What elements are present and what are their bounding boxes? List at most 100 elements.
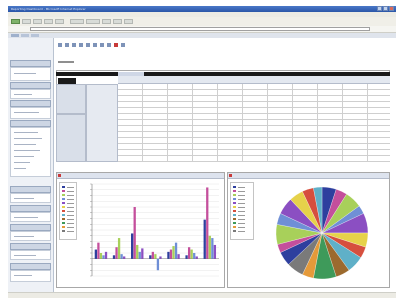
bar xyxy=(187,247,191,259)
legend-label xyxy=(67,214,74,216)
legend-swatch xyxy=(62,198,65,200)
bar xyxy=(123,256,126,259)
legend-swatch xyxy=(62,230,65,232)
mail-icon[interactable] xyxy=(113,19,122,24)
search-icon[interactable] xyxy=(70,19,84,24)
bar xyxy=(138,251,141,259)
bar xyxy=(169,249,173,259)
favorites-icon[interactable] xyxy=(86,19,100,24)
legend-swatch xyxy=(233,206,236,208)
sidebar-item[interactable] xyxy=(14,156,34,157)
legend-label xyxy=(67,210,74,212)
bar xyxy=(206,187,209,259)
bar xyxy=(149,255,152,259)
legend-label xyxy=(238,230,245,232)
legend-swatch xyxy=(62,222,65,224)
bar xyxy=(174,242,178,259)
sidebar-item[interactable] xyxy=(14,217,38,218)
row-group-header[interactable] xyxy=(56,114,86,162)
bar xyxy=(156,258,160,271)
view-tool-icon[interactable] xyxy=(93,43,97,47)
bar-chart-legend xyxy=(59,182,77,240)
bar xyxy=(97,242,100,259)
app-tab[interactable] xyxy=(21,34,29,37)
pie-chart xyxy=(275,186,369,280)
stop-icon[interactable] xyxy=(33,19,42,24)
row-group-header[interactable] xyxy=(56,84,86,114)
legend-label xyxy=(238,214,245,216)
sidebar-item[interactable] xyxy=(14,138,42,139)
view-tool-icon[interactable] xyxy=(121,43,125,47)
sidebar-section-header[interactable] xyxy=(10,120,51,127)
print-icon[interactable] xyxy=(124,19,133,24)
pie-chart-legend xyxy=(230,182,254,240)
sidebar-section-header[interactable] xyxy=(10,205,51,212)
grid-body xyxy=(118,84,390,162)
legend-label xyxy=(67,190,74,192)
app-tab[interactable] xyxy=(11,34,19,37)
legend-label xyxy=(67,230,74,232)
sidebar-section-body xyxy=(10,212,51,222)
sidebar-section-header[interactable] xyxy=(10,82,51,89)
legend-swatch xyxy=(233,194,236,196)
legend-swatch xyxy=(62,226,65,228)
sidebar-item[interactable] xyxy=(14,236,34,237)
sidebar-section-header[interactable] xyxy=(10,243,51,250)
sidebar-section-header[interactable] xyxy=(10,186,51,193)
legend-swatch xyxy=(233,214,236,216)
sidebar-item[interactable] xyxy=(14,94,32,95)
view-tool-icon[interactable] xyxy=(72,43,76,47)
sidebar-item[interactable] xyxy=(14,144,36,145)
sidebar-item[interactable] xyxy=(14,275,32,276)
legend-label xyxy=(67,218,74,220)
history-icon[interactable] xyxy=(102,19,111,24)
sidebar-item[interactable] xyxy=(14,132,38,133)
grid-column-headers xyxy=(118,76,390,84)
home-icon[interactable] xyxy=(55,19,64,24)
legend-swatch xyxy=(233,226,236,228)
sidebar-section-header[interactable] xyxy=(10,100,51,107)
sidebar-item[interactable] xyxy=(14,198,34,199)
sidebar-section-header[interactable] xyxy=(10,263,51,270)
view-tool-icon[interactable] xyxy=(114,43,118,47)
sidebar-item[interactable] xyxy=(14,112,39,113)
sidebar-item[interactable] xyxy=(14,150,40,151)
app-tab[interactable] xyxy=(31,34,39,37)
bar xyxy=(203,219,206,259)
legend-swatch xyxy=(233,222,236,224)
back-icon[interactable] xyxy=(11,19,20,24)
sidebar-section-header[interactable] xyxy=(10,60,51,67)
sidebar-item[interactable] xyxy=(14,168,26,169)
legend-label xyxy=(67,194,74,196)
panel-icon xyxy=(58,174,61,177)
maximize-button[interactable] xyxy=(383,6,388,11)
view-tool-icon[interactable] xyxy=(65,43,69,47)
bar xyxy=(99,253,103,259)
close-button[interactable] xyxy=(389,6,394,11)
view-tool-icon[interactable] xyxy=(86,43,90,47)
bar xyxy=(133,207,136,259)
legend-swatch xyxy=(62,214,65,216)
sidebar-section-body xyxy=(10,127,51,177)
sidebar-section-body xyxy=(10,193,51,203)
refresh-icon[interactable] xyxy=(44,19,53,24)
view-tool-icon[interactable] xyxy=(107,43,111,47)
sidebar-section-header[interactable] xyxy=(10,224,51,231)
view-tool-icon[interactable] xyxy=(58,43,62,47)
view-tool-icon[interactable] xyxy=(79,43,83,47)
row-subheader[interactable] xyxy=(86,84,118,162)
bar xyxy=(131,233,134,259)
bar xyxy=(190,249,193,259)
forward-icon[interactable] xyxy=(22,19,31,24)
sidebar-item[interactable] xyxy=(14,255,36,256)
sidebar-item[interactable] xyxy=(14,73,36,74)
address-input[interactable] xyxy=(30,27,370,31)
legend-label xyxy=(238,202,245,204)
legend-label xyxy=(67,226,74,228)
sidebar-item[interactable] xyxy=(14,162,30,163)
minimize-button[interactable] xyxy=(377,6,382,11)
sidebar-section-body xyxy=(10,270,51,282)
sidebar-section-body xyxy=(10,67,51,81)
sidebar-section-body xyxy=(10,250,51,260)
view-tool-icon[interactable] xyxy=(100,43,104,47)
